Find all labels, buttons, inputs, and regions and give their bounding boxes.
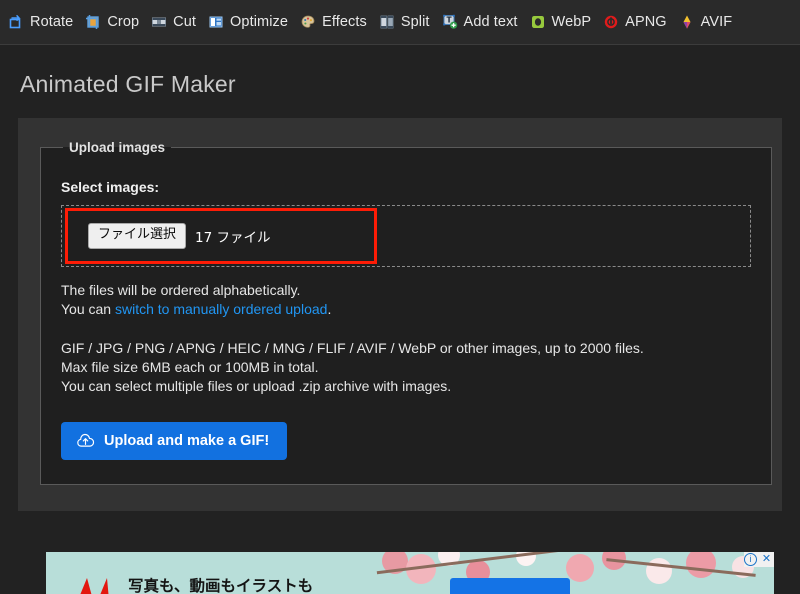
toolbar-label: Effects (322, 14, 367, 30)
toolbar-item-effects[interactable]: Effects (298, 10, 377, 34)
manual-order-suffix: . (327, 301, 332, 317)
toolbar-label: Cut (173, 14, 197, 30)
top-toolbar: Rotate Crop Cut Optimize Effects Split T… (0, 0, 800, 45)
cloud-upload-icon (76, 433, 95, 449)
apng-icon (603, 14, 619, 30)
content-card: Upload images Select images: ファイル選択 17 フ… (18, 118, 782, 511)
switch-manual-order-link[interactable]: switch to manually ordered upload (115, 301, 327, 317)
blossom-decoration (686, 552, 716, 578)
advertisement-area: 写真も、動画もイラストも i ✕ (0, 534, 800, 594)
ad-controls: i ✕ (744, 552, 774, 567)
manual-order-note: You can switch to manually ordered uploa… (61, 300, 751, 319)
choose-file-button[interactable]: ファイル選択 (88, 223, 187, 249)
toolbar-item-apng[interactable]: APNG (601, 10, 677, 34)
supported-formats-note: GIF / JPG / PNG / APNG / HEIC / MNG / FL… (61, 340, 644, 356)
split-icon (379, 14, 395, 30)
upload-button-label: Upload and make a GIF! (104, 433, 270, 449)
toolbar-label: Add text (463, 14, 518, 30)
toolbar-label: Split (400, 14, 430, 30)
toolbar-label: APNG (625, 14, 667, 30)
toolbar-item-rotate[interactable]: Rotate (6, 10, 83, 34)
ad-headline: 写真も、動画もイラストも (128, 577, 314, 594)
file-drop-zone[interactable]: ファイル選択 17 ファイル (61, 205, 751, 267)
max-size-note: Max file size 6MB each or 100MB in total… (61, 359, 319, 375)
toolbar-label: Rotate (30, 14, 74, 30)
cut-icon (151, 14, 167, 30)
ad-close-icon[interactable]: ✕ (759, 552, 774, 567)
add-text-icon: T (442, 14, 458, 30)
select-images-label: Select images: (61, 179, 160, 195)
toolbar-label: Optimize (230, 14, 289, 30)
page-body: Animated GIF Maker Upload images Select … (0, 45, 800, 511)
toolbar-item-split[interactable]: Split (377, 10, 440, 34)
blossom-decoration (566, 554, 594, 582)
toolbar-item-avif[interactable]: AVIF (677, 10, 743, 34)
adobe-logo-icon (76, 574, 110, 594)
avif-icon (679, 14, 695, 30)
toolbar-label: Crop (107, 14, 140, 30)
webp-icon (530, 14, 546, 30)
ad-info-icon[interactable]: i (744, 553, 757, 566)
toolbar-item-optimize[interactable]: Optimize (206, 10, 298, 34)
page-title: Animated GIF Maker (20, 71, 236, 97)
effects-icon (300, 14, 316, 30)
toolbar-label: AVIF (700, 14, 733, 30)
toolbar-item-add-text[interactable]: T Add text (440, 10, 528, 34)
selected-file-count: 17 ファイル (195, 230, 271, 246)
toolbar-item-webp[interactable]: WebP (528, 10, 602, 34)
upload-images-legend: Upload images (69, 140, 166, 155)
toolbar-item-crop[interactable]: Crop (83, 10, 149, 34)
file-input[interactable]: ファイル選択 17 ファイル (88, 223, 271, 249)
rotate-icon (8, 14, 24, 30)
upload-and-make-gif-button[interactable]: Upload and make a GIF! (61, 422, 288, 460)
crop-icon (85, 14, 101, 30)
file-input-highlight: ファイル選択 17 ファイル (65, 208, 377, 264)
upload-notes: The files will be ordered alphabetically… (61, 281, 751, 396)
multiple-files-note: You can select multiple files or upload … (61, 378, 452, 394)
upload-images-fieldset: Upload images Select images: ファイル選択 17 フ… (40, 140, 772, 485)
manual-order-prefix: You can (61, 301, 115, 317)
ad-cta-button[interactable] (450, 578, 570, 594)
toolbar-label: WebP (551, 14, 592, 30)
order-note: The files will be ordered alphabetically… (61, 282, 301, 298)
optimize-icon (208, 14, 224, 30)
toolbar-item-cut[interactable]: Cut (149, 10, 206, 34)
ad-banner[interactable]: 写真も、動画もイラストも i ✕ (46, 552, 774, 594)
